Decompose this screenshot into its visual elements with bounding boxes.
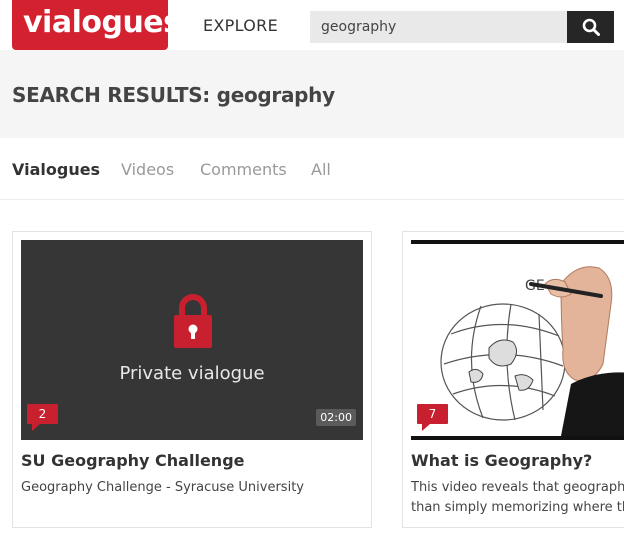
search-results-banner: SEARCH RESULTS: geography [0, 50, 624, 138]
top-header: vialogues EXPLORE [0, 0, 624, 62]
private-label: Private vialogue [119, 363, 265, 384]
search-input[interactable] [310, 11, 568, 43]
search-button[interactable] [567, 11, 614, 43]
video-thumbnail[interactable]: GE 7 [411, 240, 624, 440]
tab-comments[interactable]: Comments [200, 160, 287, 179]
result-card[interactable]: Private vialogue 2 02:00 SU Geography Ch… [12, 231, 372, 528]
nav-explore-link[interactable]: EXPLORE [203, 16, 278, 35]
comment-count-badge: 2 [27, 404, 58, 431]
results-tabs: Vialogues Videos Comments All [0, 138, 624, 200]
tab-all[interactable]: All [311, 160, 331, 179]
card-description-line: This video reveals that geography [411, 480, 624, 495]
video-thumbnail[interactable]: Private vialogue 2 02:00 [21, 240, 363, 440]
comment-count-badge: 7 [417, 404, 448, 431]
logo-text: vialogues [23, 5, 181, 40]
card-title[interactable]: SU Geography Challenge [21, 451, 245, 470]
vialogues-logo[interactable]: vialogues [12, 0, 181, 50]
tab-videos[interactable]: Videos [121, 160, 174, 179]
card-description: Geography Challenge - Syracuse Universit… [21, 480, 304, 495]
search-icon [582, 18, 600, 36]
lock-icon [174, 294, 212, 348]
page-title: SEARCH RESULTS: geography [12, 83, 335, 107]
tab-vialogues[interactable]: Vialogues [12, 160, 100, 179]
card-description: This video reveals that geography than s… [411, 478, 624, 518]
result-card[interactable]: GE 7 What is Geography? This video revea… [402, 231, 624, 528]
video-duration: 02:00 [316, 409, 356, 426]
card-title[interactable]: What is Geography? [411, 451, 592, 470]
card-description-line: than simply memorizing where th [411, 500, 624, 515]
